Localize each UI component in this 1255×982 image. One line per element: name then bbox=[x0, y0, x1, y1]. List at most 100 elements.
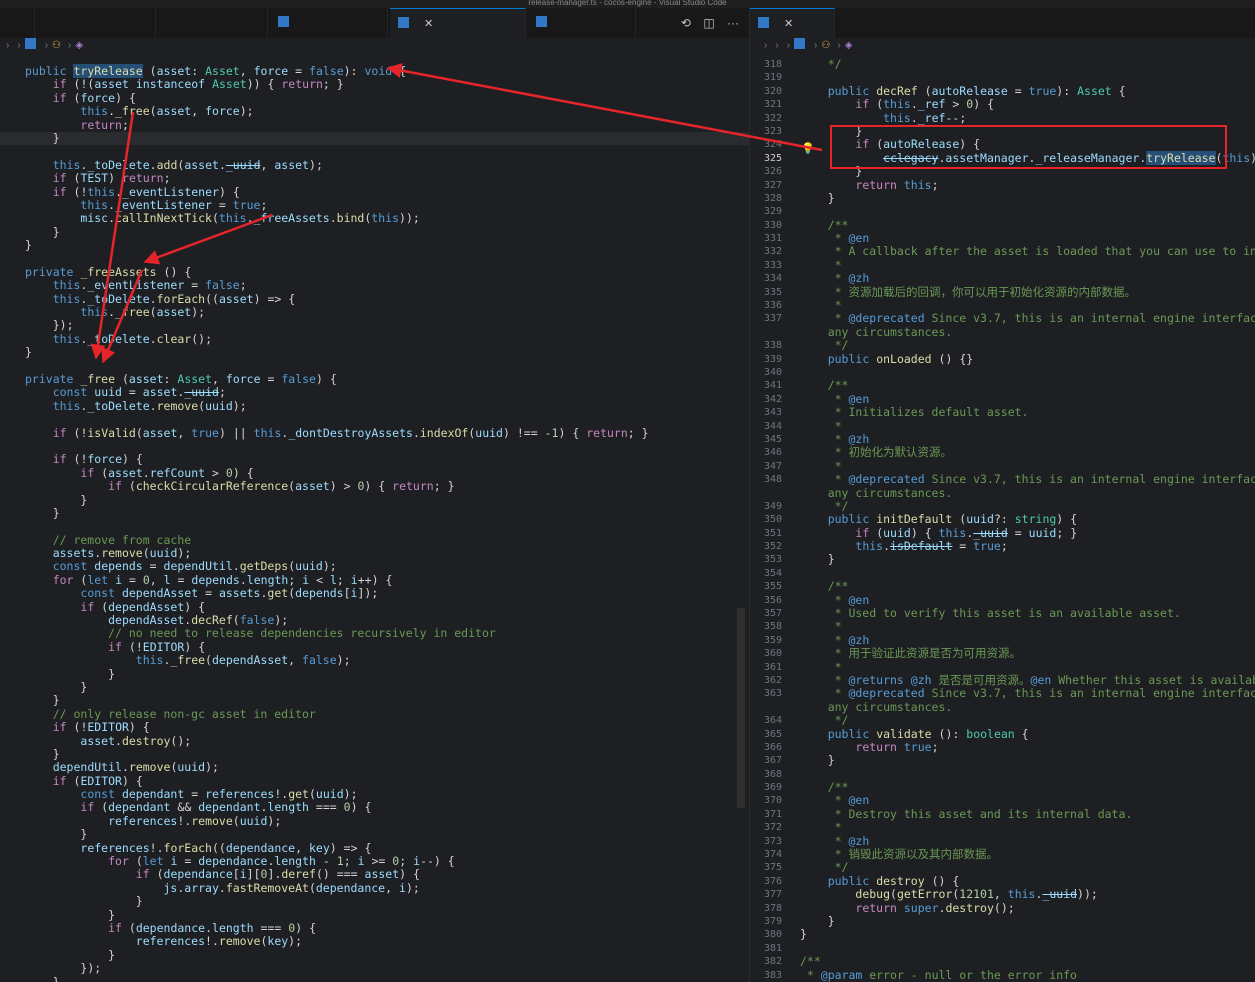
code-line: * 资源加载后的回调，你可以用于初始化资源的内部数据。 bbox=[800, 285, 1255, 299]
close-icon[interactable]: ✕ bbox=[424, 18, 433, 30]
code-line: if (!EDITOR) { bbox=[25, 720, 749, 735]
code-text: any circumstances. bbox=[800, 324, 953, 339]
code-line: references!.remove(uuid); bbox=[25, 814, 749, 828]
code-line: } bbox=[800, 553, 1255, 566]
code-text: return; bbox=[80, 117, 129, 132]
line-number: 363 bbox=[763, 688, 782, 700]
code-line: if (dependant && dependant.length === 0)… bbox=[25, 801, 749, 814]
tab-asset-ts[interactable]: ✕ bbox=[750, 8, 835, 38]
code-text: */ bbox=[800, 57, 842, 71]
left-editor-group: ⟲ ◫ ··· ✕ › › › ⚇ › ◈ public tryRelease (asse… bbox=[0, 8, 749, 982]
code-text: if (!EDITOR) { bbox=[52, 720, 150, 735]
code-text: * @en bbox=[800, 592, 870, 607]
tab-refcounted-cpp[interactable] bbox=[37, 8, 156, 38]
breadcrumb-right: › › › › ⚇ › ◈ bbox=[750, 38, 1255, 53]
more-actions-icon[interactable]: ··· bbox=[727, 16, 739, 30]
code-text: } bbox=[80, 679, 88, 694]
code-line: * @deprecated Since v3.7, this is an int… bbox=[800, 472, 1255, 486]
typescript-file-icon bbox=[278, 16, 289, 27]
code-line: const dependAsset = assets.get(depends[i… bbox=[25, 587, 749, 600]
code-text: } bbox=[827, 552, 835, 567]
code-text: dependUtil.remove(uuid); bbox=[52, 760, 219, 775]
code-text: * @zh bbox=[800, 271, 870, 286]
code-text: } bbox=[25, 345, 32, 360]
code-line: * @param error - null or the error info bbox=[800, 968, 1255, 982]
code-line: * bbox=[800, 821, 1255, 834]
code-line: } bbox=[25, 493, 749, 507]
code-editor-left[interactable]: public tryRelease (asset: Asset, force =… bbox=[0, 64, 749, 982]
line-number: 346 bbox=[763, 447, 782, 459]
code-line: } bbox=[25, 908, 749, 922]
code-line: * @en bbox=[800, 592, 1255, 607]
close-icon[interactable]: ✕ bbox=[784, 18, 793, 30]
code-line: if (!this._eventListener) { bbox=[25, 184, 749, 199]
line-number: 340 bbox=[763, 366, 782, 378]
method-symbol-icon: ◈ bbox=[844, 40, 853, 51]
scrollbar-thumb[interactable] bbox=[737, 608, 745, 808]
code-line: this._free(asset); bbox=[25, 305, 749, 319]
code-line: * bbox=[800, 660, 1255, 674]
line-number: 333 bbox=[763, 259, 782, 271]
code-text: this.isDefault = true; bbox=[855, 539, 1008, 554]
tab-release-manager-ts[interactable]: ✕ bbox=[390, 8, 526, 38]
line-number: 359 bbox=[763, 634, 782, 646]
code-line: this._free(asset, force); bbox=[25, 104, 749, 119]
code-text: private _free (asset: Asset, force = fal… bbox=[25, 371, 337, 386]
breadcrumb-separator-icon: › bbox=[68, 40, 72, 51]
tab-asset-manager-ts[interactable] bbox=[528, 8, 636, 38]
code-text: } bbox=[52, 974, 60, 982]
code-text: this._free(asset, force); bbox=[80, 104, 254, 119]
line-number: 378 bbox=[763, 902, 782, 914]
code-line: any circumstances. bbox=[800, 700, 1255, 714]
line-number: 370 bbox=[763, 795, 782, 807]
line-number: 353 bbox=[763, 554, 782, 566]
tab-refcounter-cpp[interactable] bbox=[158, 8, 268, 38]
lightbulb-icon[interactable]: 💡 bbox=[801, 142, 815, 155]
line-number: 380 bbox=[763, 929, 782, 941]
tab-simple-texture-ts[interactable] bbox=[270, 8, 388, 38]
line-number: 324 bbox=[763, 139, 782, 151]
code-line: this.isDefault = true; bbox=[800, 539, 1255, 554]
code-text: if (!force) { bbox=[52, 452, 143, 467]
line-number: 334 bbox=[763, 273, 782, 285]
line-number: 349 bbox=[763, 500, 782, 512]
code-text: cclegacy.assetManager._releaseManager.tr… bbox=[883, 150, 1255, 165]
line-number: 329 bbox=[763, 206, 782, 218]
line-number: 377 bbox=[763, 889, 782, 901]
code-editor-right[interactable]: */ public decRef (autoRelease = true): A… bbox=[800, 57, 1255, 982]
code-line: if (dependAsset) { bbox=[25, 600, 749, 614]
code-line: }); bbox=[25, 319, 749, 332]
right-editor-group: ✕ › › › › ⚇ › ◈ 318 319 320 321 322 323 324 325 326 327… bbox=[750, 8, 1255, 982]
code-line: } bbox=[25, 667, 749, 681]
line-number: 342 bbox=[763, 393, 782, 405]
code-text: if (autoRelease) { bbox=[855, 137, 981, 152]
code-text: if (TEST) return; bbox=[52, 171, 171, 186]
code-text: * @zh bbox=[800, 833, 870, 848]
split-editor-icon[interactable]: ◫ bbox=[703, 16, 714, 30]
line-number: 337 bbox=[763, 313, 782, 325]
code-text: /** bbox=[800, 217, 849, 232]
line-number: 343 bbox=[763, 407, 782, 419]
breadcrumb-separator-icon: › bbox=[44, 40, 49, 51]
code-text: if (!this._eventListener) { bbox=[52, 184, 240, 199]
code-text: if (force) { bbox=[52, 90, 136, 105]
code-line: * @zh bbox=[800, 272, 1255, 285]
code-text: } bbox=[52, 224, 60, 239]
line-number: 323 bbox=[763, 125, 782, 137]
code-line: public validate (): boolean { bbox=[800, 727, 1255, 741]
code-text: debug(getError(12101, this._uuid)); bbox=[855, 887, 1098, 902]
line-number: 341 bbox=[763, 380, 782, 392]
code-text: misc.callInNextTick(this._freeAssets.bin… bbox=[80, 211, 420, 226]
history-icon[interactable]: ⟲ bbox=[681, 16, 691, 30]
line-number: 375 bbox=[763, 862, 782, 874]
code-text: */ bbox=[800, 860, 849, 875]
line-number: 360 bbox=[763, 648, 782, 660]
code-line: if (checkCircularReference(asset) > 0) {… bbox=[25, 479, 749, 493]
code-text: } bbox=[800, 927, 807, 942]
line-number: 358 bbox=[763, 621, 782, 633]
tab-me[interactable] bbox=[0, 8, 35, 38]
